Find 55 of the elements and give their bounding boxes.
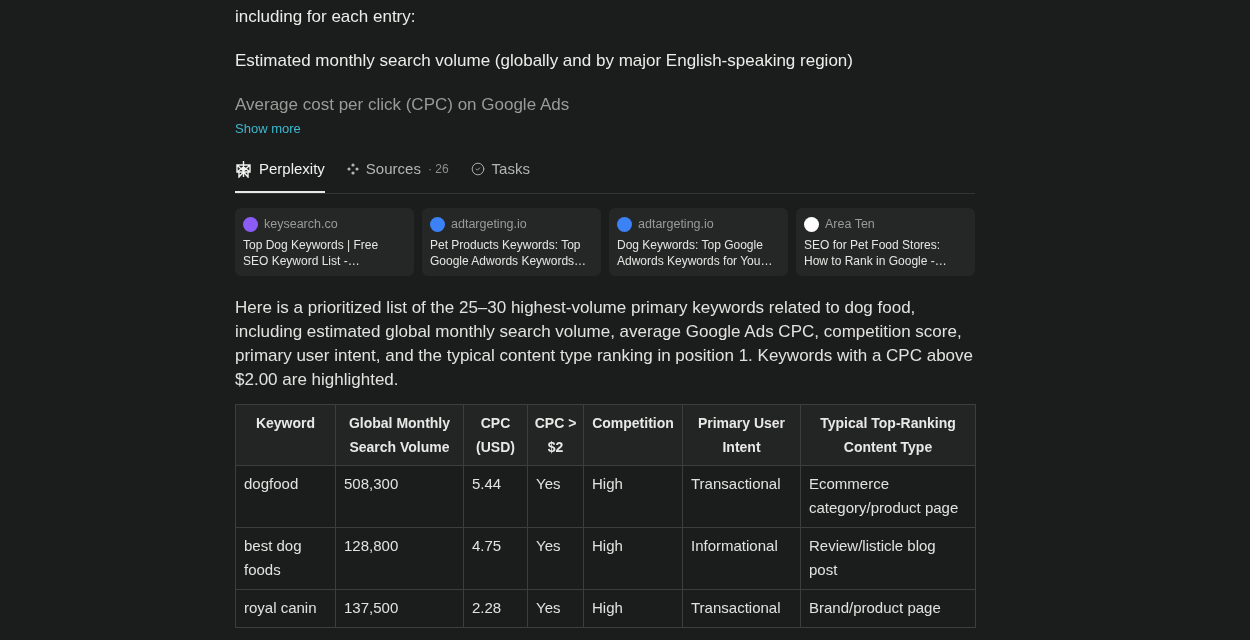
prompt-text: Average cost per click (CPC) on Google Ads	[235, 94, 571, 116]
table-cell: High	[583, 465, 683, 528]
column-header: Competition	[583, 404, 683, 466]
table-cell: dogfood	[235, 465, 336, 528]
prompt-text: including for each entry:	[235, 6, 417, 28]
column-header: Global Monthly Search Volume	[335, 404, 464, 466]
tab[interactable]: Sources · 26	[346, 147, 449, 193]
source-site: adtargeting.io	[451, 216, 527, 233]
table-cell: Yes	[527, 527, 584, 590]
column-header: Typical Top-Ranking Content Type	[800, 404, 976, 466]
tab[interactable]: Tasks	[470, 147, 530, 193]
tab-label: Perplexity	[259, 158, 325, 179]
source-site: adtargeting.io	[638, 216, 714, 233]
source-title: Dog Keywords: Top Google Adwords Keywords for You…	[617, 236, 774, 269]
dots-icon	[346, 163, 359, 175]
source-card[interactable]: adtargeting.io Dog Keywords: Top Google Adwords Keywords for You…	[609, 208, 788, 276]
source-card[interactable]: Area Ten SEO for Pet Food Stores: How to Rank in Google -…	[796, 208, 975, 276]
table-cell: Brand/product page	[800, 589, 976, 628]
table-cell: High	[583, 527, 683, 590]
table-cell: 4.75	[463, 527, 528, 590]
table-cell: Yes	[527, 589, 584, 628]
answer-text: Here is a prioritized list of the 25–30 highest-volume primary keywords related to dog food, including estimated global monthly search volume, average Google Ads CPC, competition score, primary user intent, and the typical content type ranking in position 1. Keywords with a CPC above $2.00 are highlighted.	[235, 296, 974, 391]
source-card[interactable]: keysearch.co Top Dog Keywords | Free SEO Keyword List -…	[235, 208, 414, 276]
table-cell: 128,800	[335, 527, 464, 590]
table-cell: Ecommerce category/product page	[800, 465, 976, 528]
column-header: CPC (USD)	[463, 404, 528, 466]
source-title: Pet Products Keywords: Top Google Adwords Keywords…	[430, 236, 588, 269]
tab[interactable]: Perplexity	[235, 147, 325, 193]
column-header: Primary User Intent	[682, 404, 801, 466]
tab-label: Tasks	[491, 158, 530, 179]
check-circle-icon	[470, 162, 485, 176]
table-cell: 5.44	[463, 465, 528, 528]
table-cell: Review/listicle blog post	[800, 527, 976, 590]
table-cell: best dog foods	[235, 527, 336, 590]
table-cell: royal canin	[235, 589, 336, 628]
show-more-link[interactable]: Show more	[235, 120, 301, 138]
prompt-text: Estimated monthly search volume (globally and by major English-speaking region)	[235, 50, 854, 72]
source-title: Top Dog Keywords | Free SEO Keyword List -…	[243, 236, 380, 269]
table-cell: High	[583, 589, 683, 628]
source-card[interactable]: adtargeting.io Pet Products Keywords: Top Google Adwords Keywords…	[422, 208, 601, 276]
source-site: keysearch.co	[264, 216, 338, 233]
table-cell: 508,300	[335, 465, 464, 528]
source-count: · 26	[427, 161, 449, 178]
column-header: Keyword	[235, 404, 336, 466]
perplexity-logo-icon	[235, 160, 252, 178]
table-cell: 2.28	[463, 589, 528, 628]
table-cell: Transactional	[682, 589, 801, 628]
table-cell: Transactional	[682, 465, 801, 528]
source-site: Area Ten	[825, 216, 875, 233]
source-title: SEO for Pet Food Stores: How to Rank in Google -…	[804, 236, 948, 269]
table-cell: Informational	[682, 527, 801, 590]
table-cell: Yes	[527, 465, 584, 528]
column-header: CPC > $2	[527, 404, 584, 466]
tab-label: Sources	[365, 158, 421, 179]
table-cell: 137,500	[335, 589, 464, 628]
